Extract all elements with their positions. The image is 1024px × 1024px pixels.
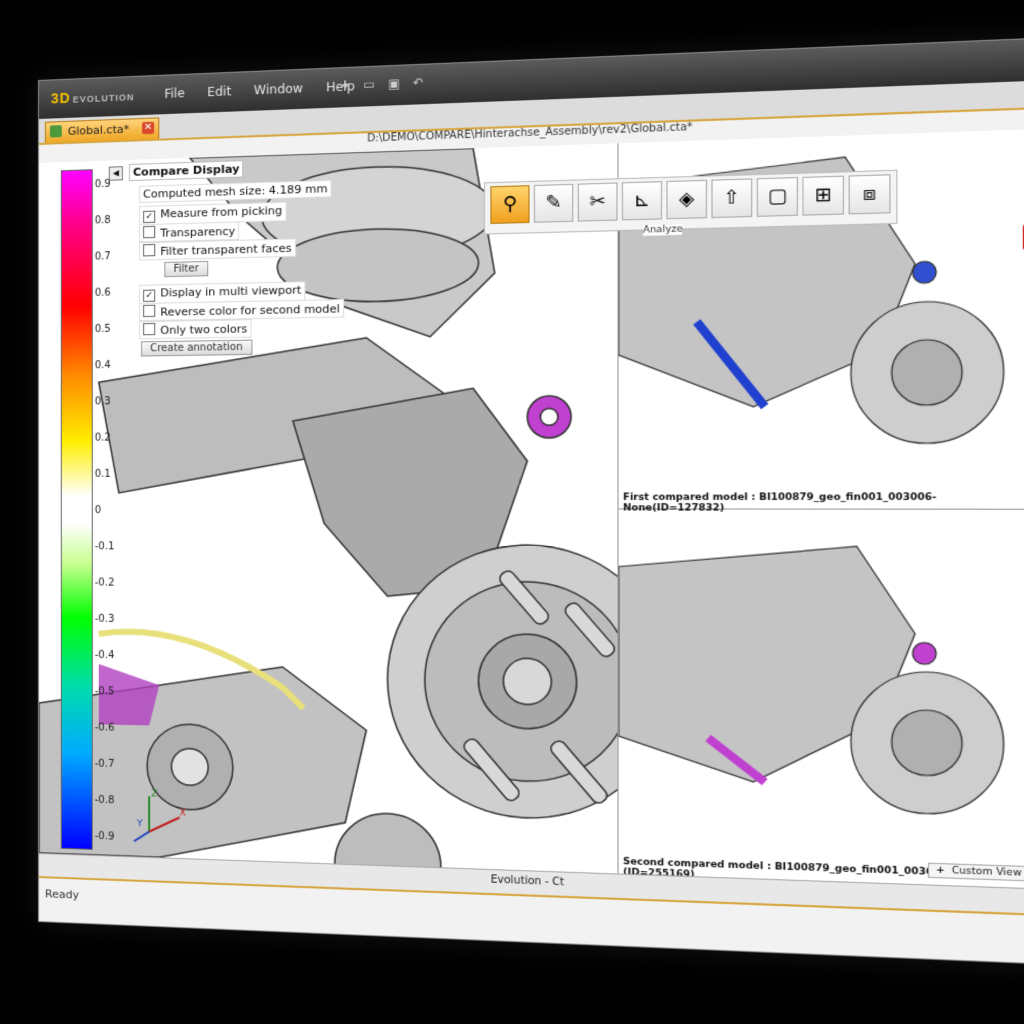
grid-icon[interactable]: ⊞ [802,175,845,216]
tick-label: 0.6 [94,287,111,299]
tick-label: -0.7 [94,758,115,771]
tick-label: 0.1 [94,468,111,480]
filter-button[interactable]: Filter [164,260,208,278]
tick-label: 0.3 [94,396,111,408]
box-icon[interactable]: ◈ [666,179,707,220]
undo-icon[interactable]: ↶ [413,75,424,90]
first-model-caption: First compared model : BI100879_geo_fin0… [623,492,937,514]
toolbar-tooltip: Analyze [643,224,683,236]
main-viewport[interactable]: 0.9 0.8 0.7 0.6 0.5 0.4 0.3 0.2 0.1 0 -0… [38,143,619,874]
color-scale-bar [60,169,93,850]
tick-label: -0.8 [94,794,115,807]
quick-access-toolbar: ✦ ▭ ▣ ↶ [340,75,424,93]
axis-y-label: Y [136,819,143,829]
tick-label: 0.7 [94,251,111,263]
tick-label: -0.2 [94,577,115,589]
frame-icon[interactable]: ▢ [756,177,798,217]
new-icon[interactable]: ✦ [340,78,351,93]
only-two-colors-option[interactable]: Only two colors [139,319,252,340]
tick-label: -0.3 [94,613,115,625]
checkbox-icon[interactable] [143,225,156,239]
plus-icon: + [935,865,945,877]
tick-label: 0.4 [94,359,111,372]
tick-label: -0.4 [94,649,115,662]
tick-label: 0.5 [94,323,111,336]
axis-triad: Z X Y [129,789,186,849]
axis-z-label: Z [151,789,157,799]
search-icon[interactable]: ⚲ [490,185,530,224]
color-scale-ticks: 0.9 0.8 0.7 0.6 0.5 0.4 0.3 0.2 0.1 0 -0… [95,160,135,857]
tools-icon[interactable]: ✂ [577,182,618,222]
reverse-color-option[interactable]: Reverse color for second model [139,298,345,322]
checkbox-icon[interactable] [143,244,156,257]
compare-display-title: Compare Display [128,160,244,182]
checkbox-icon[interactable] [143,304,156,318]
save-icon[interactable]: ▣ [388,76,400,91]
menu-window[interactable]: Window [254,81,303,97]
collapse-icon[interactable]: ◀ [108,166,123,181]
menu-file[interactable]: File [164,86,184,101]
tick-label: -0.6 [94,722,115,734]
kit-icon[interactable]: ⧈ [848,174,891,215]
app-logo: 3D EVOLUTION [50,89,135,107]
close-icon[interactable]: ✕ [142,121,155,135]
compare-viewports[interactable]: First compared model : BI100879_geo_fin0… [618,129,1024,889]
app-window: 3D EVOLUTION File Edit Window Help ✦ ▭ ▣ … [38,36,1024,966]
upload-icon[interactable]: ⇧ [711,178,753,219]
document-tab[interactable]: Global.cta* ✕ [44,117,160,143]
filter-transparent-faces-option[interactable]: Filter transparent faces [139,238,296,261]
menu-bar: File Edit Window Help [164,79,354,101]
checkbox-checked-icon[interactable]: ✓ [143,210,156,224]
tick-label: 0.8 [94,214,111,227]
measure-icon[interactable]: ⊾ [621,181,663,221]
tick-label: 0.2 [94,432,111,444]
create-annotation-button[interactable]: Create annotation [141,339,252,357]
edit-icon[interactable]: ✎ [533,183,574,223]
checkbox-checked-icon[interactable]: ✓ [143,289,156,302]
menu-edit[interactable]: Edit [207,84,231,99]
tick-label: -0.1 [94,541,115,553]
document-icon [49,125,62,138]
status-bar-text: Ready [44,887,79,902]
tick-label: -0.5 [94,686,115,698]
tick-label: 0 [94,505,102,517]
document-tab-label: Global.cta* [67,122,130,138]
open-folder-icon[interactable]: ▭ [363,77,375,92]
axis-x-label: X [180,808,186,818]
checkbox-icon[interactable] [143,322,156,336]
tick-label: -0.9 [94,830,115,843]
